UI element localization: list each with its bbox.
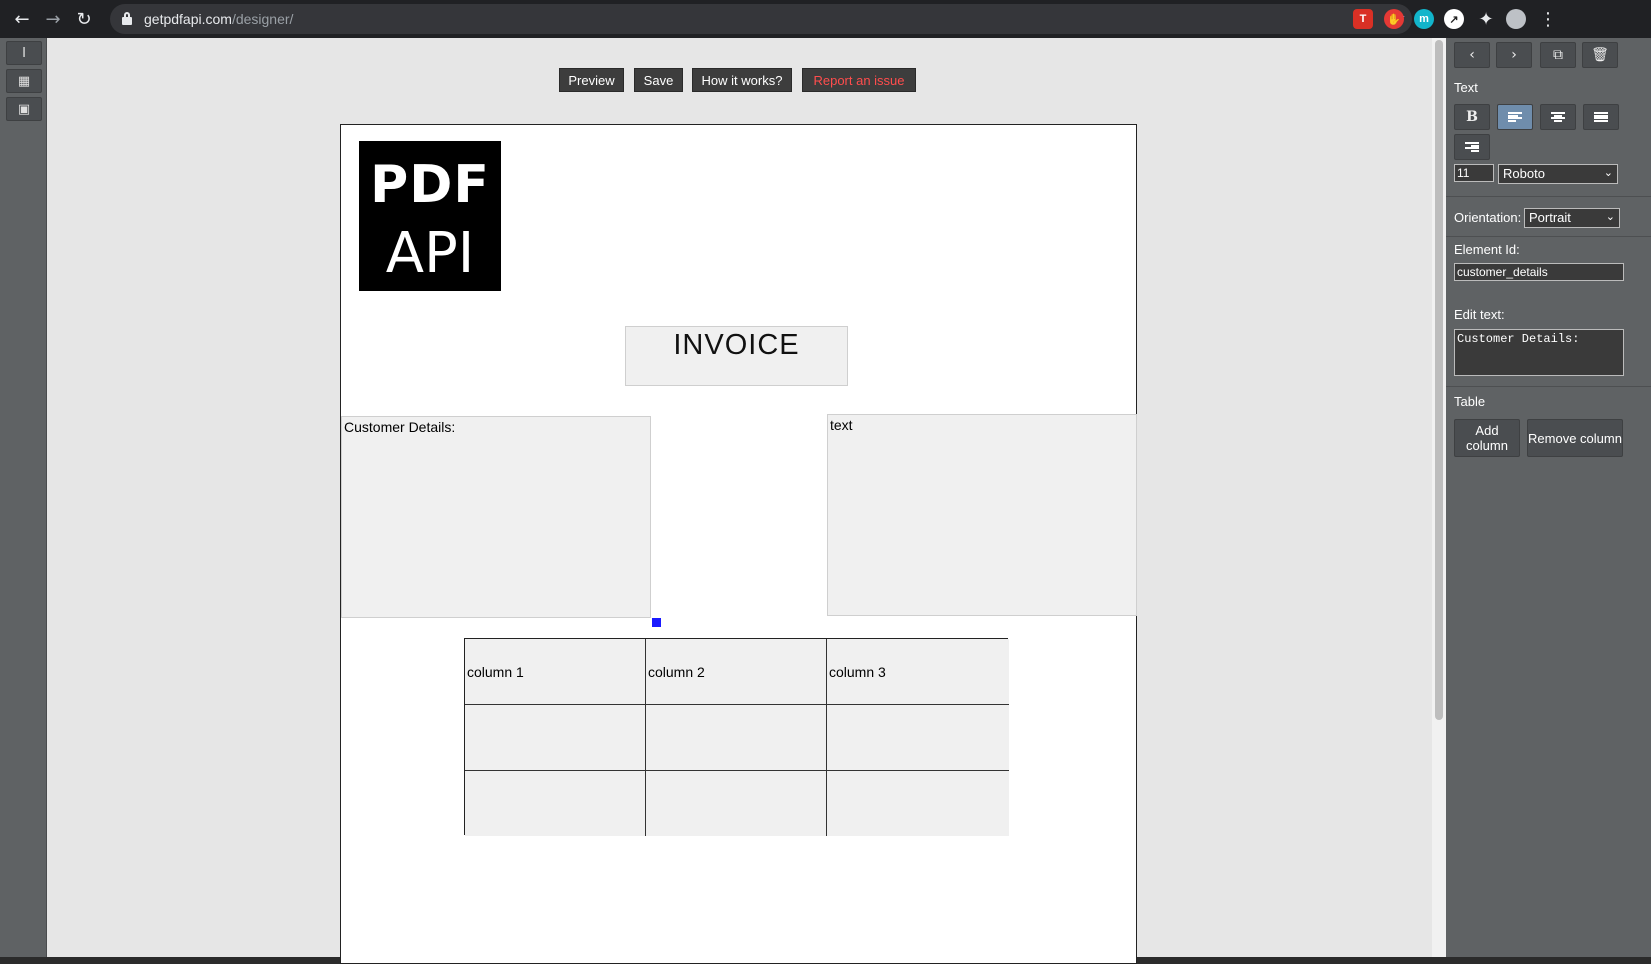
align-right-icon[interactable] <box>1454 134 1490 160</box>
properties-panel: ‹ › ⧉ 🗑 Text B 11 Roboto ⌄ Orientation: P… <box>1446 38 1651 957</box>
edit-text-textarea[interactable]: Customer Details: <box>1454 329 1624 376</box>
report-issue-button[interactable]: Report an issue <box>802 68 916 92</box>
pdf-api-logo[interactable]: PDF API <box>359 141 501 291</box>
font-family-select[interactable]: Roboto ⌄ <box>1498 164 1618 184</box>
table-tool-icon[interactable]: ▦ <box>6 69 42 93</box>
invoice-title[interactable]: INVOICE <box>625 326 848 386</box>
bold-button[interactable]: B <box>1454 104 1490 130</box>
align-center-icon[interactable] <box>1540 104 1576 130</box>
how-it-works-button[interactable]: How it works? <box>692 68 792 92</box>
pdf-page: PDF API INVOICE Customer Details: text c… <box>340 124 1137 964</box>
divider <box>1446 386 1651 387</box>
address-bar[interactable]: getpdfapi.com/designer/ ★ <box>110 4 1412 34</box>
orientation-label: Orientation: <box>1454 210 1522 225</box>
canvas-scrollbar[interactable] <box>1432 38 1446 957</box>
image-tool-icon[interactable]: ▣ <box>6 97 42 121</box>
browser-toolbar: ← → ↻ getpdfapi.com/designer/ ★ T ✋ m ↗ … <box>0 0 1651 38</box>
designer-canvas: Preview Save How it works? Report an iss… <box>47 38 1432 964</box>
element-id-input[interactable]: customer_details <box>1454 263 1624 281</box>
invoice-table[interactable]: column 1 column 2 column 3 <box>464 638 1009 836</box>
table-header-cell[interactable]: column 1 <box>465 639 646 705</box>
table-cell[interactable] <box>827 771 1009 836</box>
text-box[interactable]: text <box>827 414 1137 616</box>
resize-handle[interactable] <box>652 618 661 627</box>
text-tool-icon[interactable]: I <box>6 41 42 65</box>
table-header-cell[interactable]: column 2 <box>646 639 827 705</box>
trash-icon[interactable]: 🗑 <box>1582 42 1618 68</box>
chevron-left-icon[interactable]: ‹ <box>1454 42 1490 68</box>
red-ext-icon[interactable]: ✋ <box>1384 9 1404 29</box>
scroll-thumb[interactable] <box>1435 40 1443 720</box>
m-ext-icon[interactable]: m <box>1414 9 1434 29</box>
kebab-menu-icon[interactable]: ⋮ <box>1536 7 1560 31</box>
table-cell[interactable] <box>465 771 646 836</box>
pdf-ext-icon[interactable]: T <box>1353 9 1373 29</box>
duplicate-icon[interactable]: ⧉ <box>1540 42 1576 68</box>
save-button[interactable]: Save <box>634 68 683 92</box>
text-section-label: Text <box>1454 80 1478 95</box>
forward-arrow-icon[interactable]: → <box>41 7 65 31</box>
table-cell[interactable] <box>465 705 646 771</box>
table-cell[interactable] <box>827 705 1009 771</box>
extensions-puzzle-icon[interactable]: ✦ <box>1474 7 1498 31</box>
tool-rail: I ▦ ▣ <box>0 38 47 957</box>
align-left-icon[interactable] <box>1497 104 1533 130</box>
table-section-label: Table <box>1454 394 1486 409</box>
reload-icon[interactable]: ↻ <box>72 7 96 31</box>
table-cell[interactable] <box>646 705 827 771</box>
customer-details-box[interactable]: Customer Details: <box>341 416 651 618</box>
divider <box>1446 196 1651 197</box>
lock-icon <box>122 12 132 25</box>
align-justify-icon[interactable] <box>1583 104 1619 130</box>
chevron-right-icon[interactable]: › <box>1496 42 1532 68</box>
remove-column-button[interactable]: Remove column <box>1527 419 1623 457</box>
table-header-cell[interactable]: column 3 <box>827 639 1009 705</box>
edit-text-label: Edit text: <box>1454 307 1505 322</box>
element-id-label: Element Id: <box>1454 242 1520 257</box>
table-cell[interactable] <box>646 771 827 836</box>
orientation-select[interactable]: Portrait ⌄ <box>1524 208 1620 228</box>
font-size-input[interactable]: 11 <box>1454 164 1494 182</box>
url-text: getpdfapi.com/designer/ <box>144 11 294 27</box>
add-column-button[interactable]: Add column <box>1454 419 1520 457</box>
profile-avatar-icon[interactable] <box>1506 9 1526 29</box>
back-arrow-icon[interactable]: ← <box>10 7 34 31</box>
white-ext-icon[interactable]: ↗ <box>1444 9 1464 29</box>
divider <box>1446 236 1651 237</box>
preview-button[interactable]: Preview <box>559 68 624 92</box>
